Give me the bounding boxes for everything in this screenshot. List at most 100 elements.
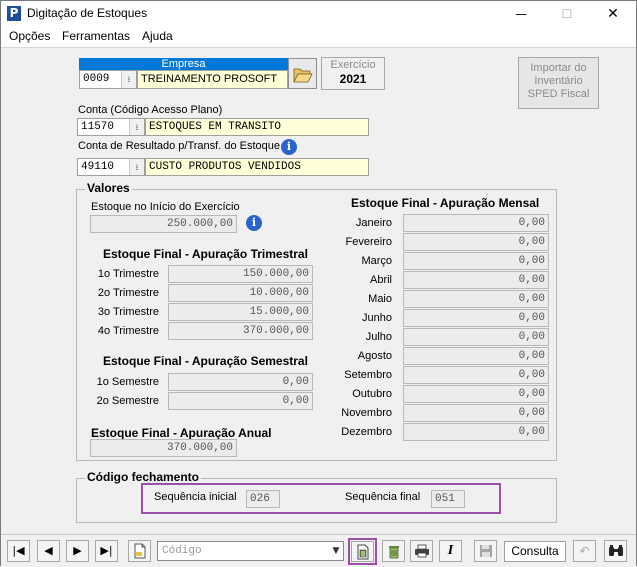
conta-label: Conta (Código Acesso Plano) (78, 104, 223, 116)
prev-record-button[interactable]: ◀ (37, 540, 60, 562)
folder-open-icon (293, 68, 313, 83)
next-record-button[interactable]: ▶ (66, 540, 89, 562)
semestre-1-field[interactable]: 0,00 (168, 373, 313, 391)
consulta-mode-field: Consulta (504, 541, 566, 562)
binoculars-icon (608, 545, 623, 556)
mes-maio-label: Maio (368, 293, 392, 305)
find-button[interactable] (604, 540, 627, 562)
last-record-button[interactable]: ▶| (95, 540, 118, 562)
trash-icon (388, 546, 399, 559)
trimestral-title: Estoque Final - Apuração Trimestral (103, 247, 308, 261)
italic-icon: I (447, 543, 454, 558)
semestre-2-label: 2o Semestre (96, 395, 159, 407)
mes-dezembro-field[interactable]: 0,00 (403, 423, 549, 441)
info-icon[interactable]: i (281, 139, 297, 155)
search-code-combo[interactable]: Código ▼ (157, 541, 344, 561)
mes-julho-label: Julho (365, 331, 392, 343)
first-icon: |◀ (12, 544, 25, 557)
divider (1, 47, 636, 48)
first-record-button[interactable]: |◀ (7, 540, 30, 562)
calculator-doc-icon (357, 544, 368, 560)
undo-button[interactable]: ↶ (573, 540, 596, 562)
menu-ajuda[interactable]: Ajuda (142, 29, 173, 43)
semestre-1-label: 1o Semestre (96, 376, 159, 388)
last-icon: ▶| (100, 544, 113, 557)
save-button[interactable] (474, 540, 497, 562)
print-button[interactable] (410, 540, 433, 562)
mes-fevereiro-field[interactable]: 0,00 (403, 233, 549, 251)
new-record-button[interactable] (128, 540, 151, 562)
lookup-arrow-icon[interactable]: ⭳ (129, 159, 144, 175)
trimestre-3-label: 3o Trimestre (97, 306, 159, 318)
trimestre-3-field[interactable]: 15.000,00 (168, 303, 313, 321)
conta-resultado-code-value: 49110 (81, 161, 115, 173)
lookup-arrow-icon[interactable]: ⭳ (129, 119, 144, 135)
seq-inicial-field[interactable]: 026 (246, 490, 280, 508)
trimestre-4-label: 4o Trimestre (97, 325, 159, 337)
trimestre-1-field[interactable]: 150.000,00 (168, 265, 313, 283)
menu-ferramentas[interactable]: Ferramentas (62, 29, 130, 43)
main-window: P Digitação de Estoques — ☐ ✕ Opções Fer… (0, 0, 637, 566)
empresa-code-field[interactable]: 0009 ⭳ (79, 70, 137, 89)
conta-code-value: 11570 (81, 121, 115, 133)
mes-maio-field[interactable]: 0,00 (403, 290, 549, 308)
trimestre-2-field[interactable]: 10.000,00 (168, 284, 313, 302)
chevron-down-icon[interactable]: ▼ (329, 542, 343, 560)
conta-name-field: ESTOQUES EM TRANSITO (145, 118, 369, 136)
mes-marco-field[interactable]: 0,00 (403, 252, 549, 270)
mes-setembro-label: Setembro (344, 369, 392, 381)
exercicio-box: Exercício 2021 (321, 57, 385, 90)
anual-field[interactable]: 370.000,00 (90, 439, 237, 457)
valores-legend: Valores (85, 181, 132, 195)
importar-sped-button[interactable]: Importar do Inventário SPED Fiscal (518, 57, 599, 109)
seq-final-field[interactable]: 051 (431, 490, 465, 508)
maximize-button[interactable]: ☐ (544, 1, 590, 27)
semestral-title: Estoque Final - Apuração Semestral (103, 354, 308, 368)
mes-outubro-field[interactable]: 0,00 (403, 385, 549, 403)
mes-setembro-field[interactable]: 0,00 (403, 366, 549, 384)
mes-novembro-field[interactable]: 0,00 (403, 404, 549, 422)
italic-button[interactable]: I (439, 540, 462, 562)
anual-title: Estoque Final - Apuração Anual (91, 426, 272, 440)
mes-janeiro-field[interactable]: 0,00 (403, 214, 549, 232)
search-code-placeholder: Código (162, 545, 202, 557)
mes-abril-field[interactable]: 0,00 (403, 271, 549, 289)
mes-novembro-label: Novembro (341, 407, 392, 419)
minimize-button[interactable]: — (498, 1, 544, 27)
calculate-button[interactable] (351, 541, 374, 562)
empresa-name-field: TREINAMENTO PROSOFT (137, 70, 288, 89)
window-title: Digitação de Estoques (27, 6, 148, 20)
bottom-toolbar: |◀ ◀ ▶ ▶| Código ▼ I Consulta ↶ (1, 534, 636, 566)
trimestre-4-field[interactable]: 370.000,00 (168, 322, 313, 340)
open-empresa-button[interactable] (288, 58, 317, 89)
mes-abril-label: Abril (369, 274, 392, 286)
exercicio-value: 2021 (339, 72, 367, 86)
mensal-title: Estoque Final - Apuração Mensal (351, 196, 540, 210)
conta-resultado-code-field[interactable]: 49110 ⭳ (77, 158, 145, 176)
exercicio-label: Exercício (330, 59, 376, 71)
semestre-2-field[interactable]: 0,00 (168, 392, 313, 410)
estoque-inicio-field[interactable]: 250.000,00 (90, 215, 237, 233)
close-button[interactable]: ✕ (590, 1, 636, 27)
mes-outubro-label: Outubro (352, 388, 392, 400)
menu-opcoes[interactable]: Opções (9, 29, 50, 43)
delete-button[interactable] (382, 540, 405, 562)
importar-label-3: SPED Fiscal (527, 88, 590, 100)
undo-icon: ↶ (579, 544, 590, 558)
fechamento-legend: Código fechamento (85, 470, 202, 484)
seq-inicial-label: Sequência inicial (154, 491, 237, 503)
seq-final-label: Sequência final (345, 491, 421, 503)
conta-code-field[interactable]: 11570 ⭳ (77, 118, 145, 136)
estoque-inicio-label: Estoque no Início do Exercício (91, 201, 240, 213)
mes-janeiro-label: Janeiro (355, 217, 392, 229)
mes-julho-field[interactable]: 0,00 (403, 328, 549, 346)
new-document-icon (134, 543, 145, 559)
mes-fevereiro-label: Fevereiro (345, 236, 392, 248)
next-icon: ▶ (73, 544, 82, 557)
mes-agosto-field[interactable]: 0,00 (403, 347, 549, 365)
info-icon[interactable]: i (246, 215, 262, 231)
mes-junho-field[interactable]: 0,00 (403, 309, 549, 327)
mes-dezembro-label: Dezembro (341, 426, 392, 438)
printer-icon (414, 544, 429, 558)
lookup-arrow-icon[interactable]: ⭳ (121, 71, 136, 88)
